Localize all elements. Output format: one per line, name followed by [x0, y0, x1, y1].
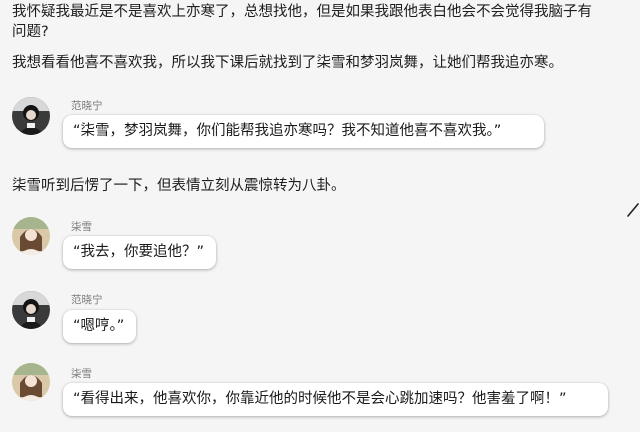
narration-line-3: 我想看看他喜不喜欢我，所以我下课后就找到了柒雪和梦羽岚舞，让她们帮我追亦寒。 — [12, 55, 563, 71]
dark-portrait-avatar[interactable] — [12, 97, 50, 135]
speaker-name: 范晓宁 — [71, 294, 103, 306]
message-bubble[interactable]: “嗯哼。” — [63, 310, 136, 343]
light-portrait-avatar[interactable] — [12, 217, 50, 255]
narration-line-2: 问题? — [12, 24, 49, 40]
speaker-name: 柒雪 — [71, 221, 92, 233]
message-bubble[interactable]: “柒雪，梦羽岚舞，你们能帮我追亦寒吗？我不知道他喜不喜欢我。” — [63, 115, 544, 148]
chat-story-view: 我怀疑我最近是不是喜欢上亦寒了，总想找他，但是如果我跟他表白他会不会觉得我脑子有… — [0, 0, 640, 432]
narration-line-4: 柒雪听到后愣了一下，但表情立刻从震惊转为八卦。 — [12, 178, 346, 194]
narration-line-1: 我怀疑我最近是不是喜欢上亦寒了，总想找他，但是如果我跟他表白他会不会觉得我脑子有 — [12, 4, 592, 20]
dark-portrait-avatar[interactable] — [12, 291, 50, 329]
light-portrait-avatar[interactable] — [12, 363, 50, 401]
speaker-name: 柒雪 — [71, 368, 92, 380]
speaker-name: 范晓宁 — [71, 100, 103, 112]
pen-stroke-mark — [627, 203, 639, 217]
message-bubble[interactable]: “我去，你要追他？” — [63, 236, 216, 269]
message-bubble[interactable]: “看得出来，他喜欢你，你靠近他的时候他不是会心跳加速吗？他害羞了啊！” — [63, 383, 608, 416]
